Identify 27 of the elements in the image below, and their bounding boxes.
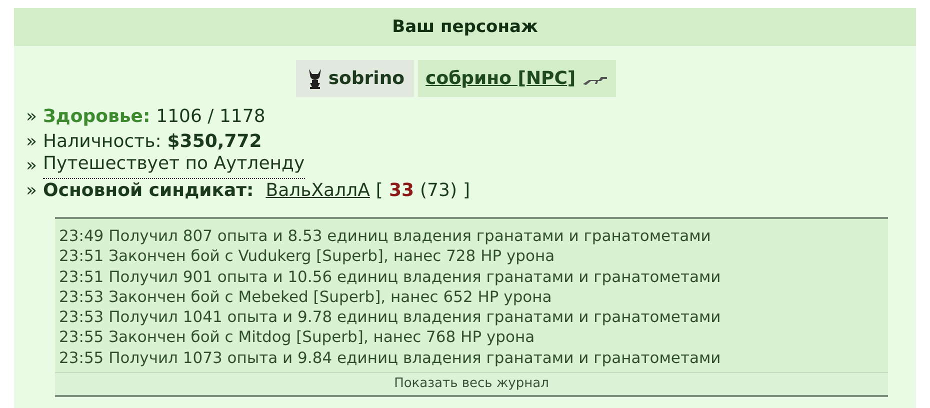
syndicate-total: (73) [420, 178, 457, 202]
show-log-link[interactable]: Показать весь журнал [55, 372, 888, 396]
log-entry: 23:53 Закончен бой с Mebeked [Superb], нанес 652 HP урона [59, 286, 553, 308]
login-badge: sobrino [296, 60, 414, 97]
stat-label: Здоровье: [43, 105, 150, 129]
bullet-mark: » [26, 154, 38, 178]
figure-icon [308, 68, 322, 90]
stat-label: Наличность: [43, 130, 162, 154]
stat-value: 1106 / 1178 [156, 105, 266, 129]
bracket: [ [376, 178, 383, 202]
location-link[interactable]: Путешествует по Аутленду [43, 154, 305, 178]
log-entry: 23:49 Получил 807 опыта и 8.53 единиц владения гранатами и гранатометами [59, 226, 712, 246]
log-entry: 23:51 Закончен бой с Vudukerg [Superb], нанес 728 HP урона [59, 246, 556, 267]
stat-label: Основной синдикат: [43, 178, 254, 202]
bullet-mark: » [26, 105, 38, 129]
syndicate-link[interactable]: ВальХаллА [266, 178, 370, 203]
log-entry: 23:51 Получил 901 опыта и 10.56 единиц владения гранатами и гранатометами [59, 266, 722, 287]
panel-title: Ваш персонаж [392, 17, 538, 37]
stat-value: $350,772 [167, 130, 262, 154]
bracket: ] [462, 178, 470, 202]
log-entry: 23:53 Получил 1041 опыта и 9.78 единиц владения гранатами и гранатометами [59, 307, 722, 328]
syndicate-level: 33 [388, 178, 414, 202]
character-link[interactable]: собрино [NPC] [426, 68, 576, 89]
log-entry: 23:55 Закончен бой с Mitdog [Superb], нанес 768 HP урона [59, 327, 536, 348]
bullet-mark: » [26, 178, 38, 202]
log-entry: 23:55 Получил 1073 опыта и 9.84 единиц владения гранатами и гранатометами [59, 348, 722, 368]
bullet-mark: » [26, 130, 38, 154]
